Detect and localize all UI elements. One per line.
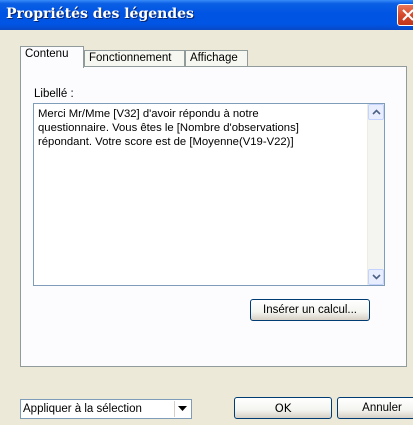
title-bar[interactable]: Propriétés des légendes [0, 0, 413, 30]
scroll-down-button[interactable] [368, 269, 384, 285]
apply-scope-select[interactable]: Appliquer à la sélection [20, 399, 192, 419]
tab-label: Fonctionnement [89, 52, 172, 64]
cancel-button[interactable]: Annuler [337, 397, 413, 419]
tab-affichage[interactable]: Affichage [185, 50, 248, 67]
libelle-text[interactable]: Merci Mr/Mme [V32] d'avoir répondu à not… [38, 107, 360, 149]
apply-scope-value: Appliquer à la sélection [23, 403, 142, 415]
chevron-up-icon [372, 109, 381, 115]
tab-fonctionnement[interactable]: Fonctionnement [84, 50, 185, 67]
window-title: Propriétés des légendes [6, 6, 194, 22]
tab-label: Contenu [25, 48, 69, 60]
chevron-down-icon [372, 274, 381, 280]
close-icon [402, 9, 413, 21]
tab-label: Affichage [190, 52, 238, 64]
close-button[interactable] [397, 4, 413, 26]
tab-contenu[interactable]: Contenu [20, 46, 84, 68]
libelle-textarea[interactable]: Merci Mr/Mme [V32] d'avoir répondu à not… [33, 103, 385, 286]
select-dropdown-button[interactable] [174, 401, 190, 417]
dropdown-arrow-icon [178, 406, 187, 411]
libelle-label: Libellé : [34, 88, 74, 100]
insert-calculation-button[interactable]: Insérer un calcul... [250, 299, 370, 321]
ok-button[interactable]: OK [234, 397, 332, 419]
scroll-up-button[interactable] [368, 104, 384, 120]
vertical-scrollbar[interactable] [367, 104, 384, 285]
